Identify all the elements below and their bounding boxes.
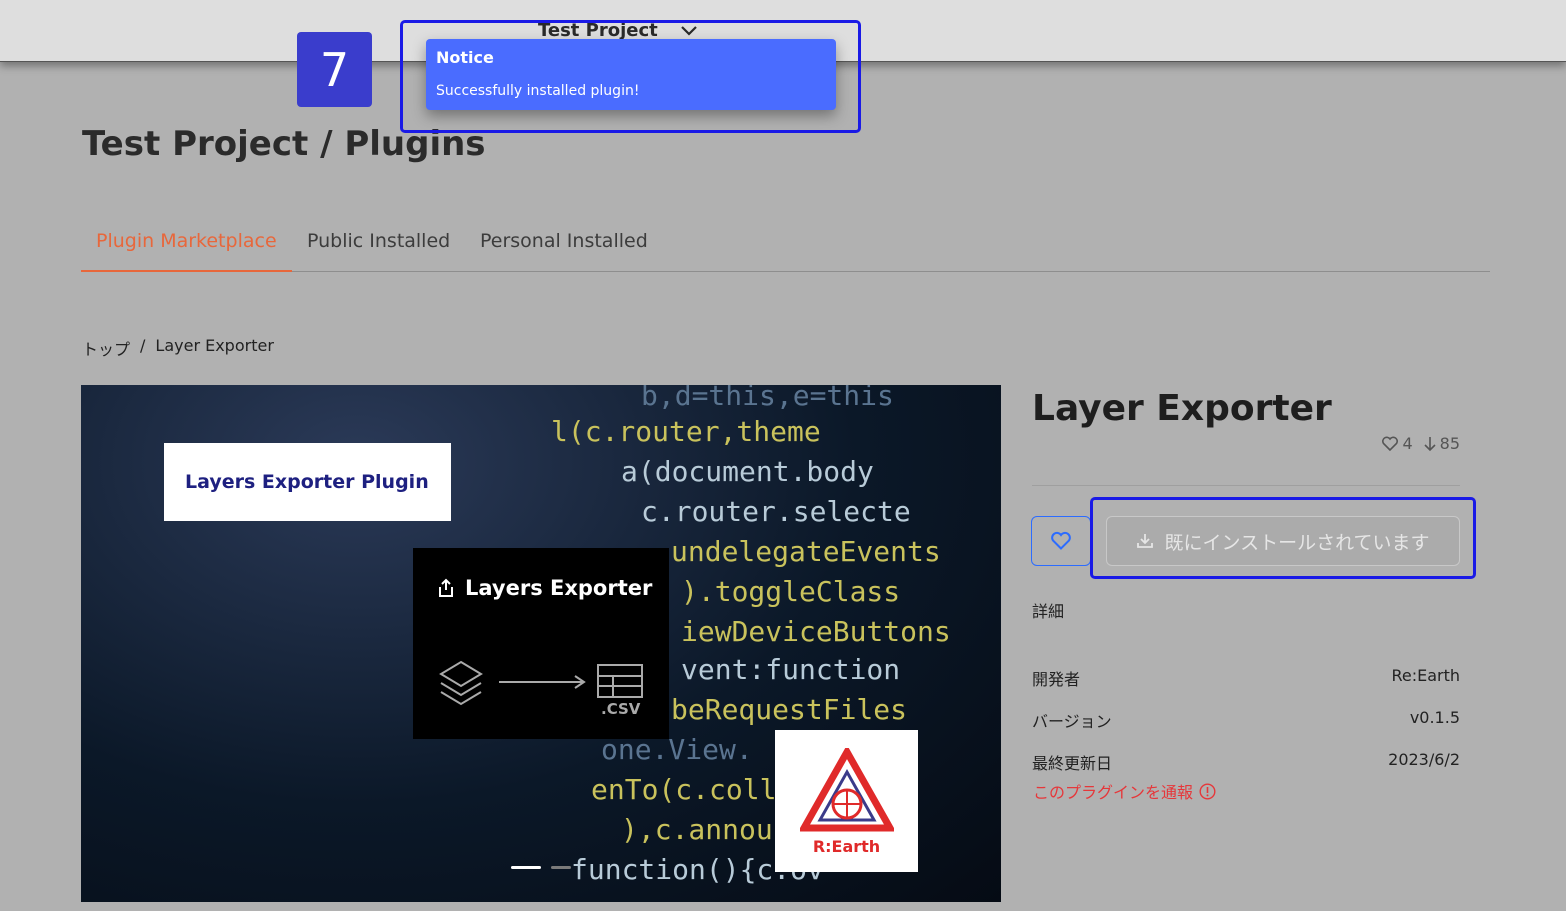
table-icon xyxy=(597,664,643,698)
report-plugin-link[interactable]: このプラグインを通報 xyxy=(1033,779,1216,803)
breadcrumb-current: Layer Exporter xyxy=(155,336,274,355)
meta-row-developer: 開発者 Re:Earth xyxy=(1032,666,1460,690)
arrow-down-icon xyxy=(1424,436,1436,451)
reearth-logo-text: R:Earth xyxy=(812,837,881,856)
step-number-badge: 7 xyxy=(297,32,372,107)
layers-icon xyxy=(439,660,483,706)
meta-label: 開発者 xyxy=(1032,670,1081,689)
code-line: c.router.selecte xyxy=(641,495,911,528)
tab-personal-installed[interactable]: Personal Installed xyxy=(480,230,648,272)
meta-row-updated: 最終更新日 2023/6/2 xyxy=(1032,750,1460,774)
plugin-tabs: Plugin Marketplace Public Installed Pers… xyxy=(81,226,1490,272)
carousel-indicators xyxy=(511,866,571,869)
hero-plugin-label: Layers Exporter Plugin xyxy=(185,471,429,493)
code-line: b,d=this,e=this xyxy=(641,385,894,412)
divider xyxy=(1032,485,1460,486)
heart-icon xyxy=(1051,531,1071,550)
arrow-right-icon xyxy=(499,675,586,689)
meta-label: バージョン xyxy=(1032,712,1112,731)
likes-count: 4 xyxy=(1402,434,1413,453)
tab-public-installed[interactable]: Public Installed xyxy=(307,230,450,272)
code-line: iewDeviceButtons xyxy=(681,615,951,648)
plugin-image-carousel[interactable]: b,d=this,e=this l(c.router,theme a(docum… xyxy=(81,385,1001,902)
hero-plugin-feature-card: Layers Exporter .CSV xyxy=(413,548,669,739)
plugin-name: Layer Exporter xyxy=(1032,388,1332,429)
heart-icon xyxy=(1382,436,1399,451)
code-line: undelegateEvents xyxy=(671,535,941,568)
csv-label: .CSV xyxy=(601,700,641,718)
hero-feature-title: Layers Exporter xyxy=(465,576,653,600)
code-line: ),c.announ xyxy=(621,813,790,846)
alert-circle-icon xyxy=(1199,782,1216,800)
highlight-box-install xyxy=(1090,497,1476,579)
plugin-stats: 4 85 xyxy=(1381,434,1460,453)
meta-row-version: バージョン v0.1.5 xyxy=(1032,708,1460,732)
like-button[interactable] xyxy=(1031,516,1091,566)
tab-plugin-marketplace[interactable]: Plugin Marketplace xyxy=(81,230,292,272)
code-line: beRequestFiles xyxy=(671,693,908,726)
meta-value: Re:Earth xyxy=(1391,666,1460,685)
reearth-logo: R:Earth xyxy=(775,730,918,872)
meta-label: 最終更新日 xyxy=(1032,754,1113,773)
meta-value: 2023/6/2 xyxy=(1388,750,1460,769)
code-line: a(document.body xyxy=(621,455,874,488)
highlight-box-notice xyxy=(400,20,861,133)
breadcrumb: トップ / Layer Exporter xyxy=(82,336,274,360)
reearth-logo-mark xyxy=(800,748,894,832)
carousel-dot-active[interactable] xyxy=(511,866,541,869)
meta-value: v0.1.5 xyxy=(1409,708,1460,727)
code-line: l(c.router,theme xyxy=(551,415,821,448)
report-plugin-label: このプラグインを通報 xyxy=(1033,783,1194,802)
details-heading: 詳細 xyxy=(1032,602,1065,621)
code-line: vent:function xyxy=(681,653,901,686)
export-icon xyxy=(439,578,453,597)
downloads-count: 85 xyxy=(1439,434,1460,453)
hero-plugin-label-card: Layers Exporter Plugin xyxy=(164,443,451,521)
code-line: ).toggleClass xyxy=(681,575,901,608)
breadcrumb-home[interactable]: トップ xyxy=(82,336,130,360)
carousel-dot[interactable] xyxy=(551,866,571,869)
breadcrumb-separator: / xyxy=(140,336,146,355)
